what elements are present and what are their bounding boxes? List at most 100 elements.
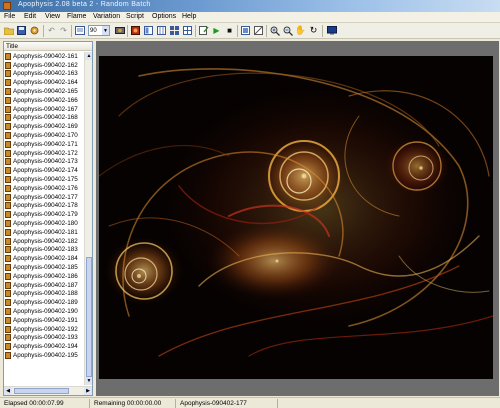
list-item[interactable]: Apophysis-090402-171 — [4, 140, 84, 149]
vertical-scrollbar[interactable]: ▲ ▼ — [84, 52, 92, 385]
list-item[interactable]: Apophysis-090402-166 — [4, 96, 84, 105]
options-icon[interactable] — [182, 25, 193, 36]
scroll-down-icon[interactable]: ▼ — [85, 377, 92, 385]
flame-file-icon — [5, 202, 11, 210]
menu-script[interactable]: Script — [126, 13, 144, 20]
list-item[interactable]: Apophysis-090402-187 — [4, 281, 84, 290]
list-item[interactable]: Apophysis-090402-169 — [4, 122, 84, 131]
menu-view[interactable]: View — [45, 13, 60, 20]
flame-file-icon — [5, 70, 11, 78]
list-item-label: Apophysis-090402-184 — [13, 255, 78, 263]
list-item-label: Apophysis-090402-167 — [13, 105, 78, 113]
list-item[interactable]: Apophysis-090402-164 — [4, 78, 84, 87]
list-item-label: Apophysis-090402-181 — [13, 228, 78, 236]
list-item[interactable]: Apophysis-090402-173 — [4, 158, 84, 167]
list-item[interactable]: Apophysis-090402-167 — [4, 105, 84, 114]
list-item[interactable]: Apophysis-090402-162 — [4, 61, 84, 70]
rotate-icon[interactable]: ↻ — [308, 25, 319, 36]
list-item[interactable]: Apophysis-090402-195 — [4, 351, 84, 360]
list-item-label: Apophysis-090402-189 — [13, 299, 78, 307]
flame-file-icon — [5, 88, 11, 96]
list-item[interactable]: Apophysis-090402-190 — [4, 307, 84, 316]
flame-file-icon — [5, 343, 11, 351]
play-icon[interactable]: ▶ — [211, 25, 222, 36]
list-item[interactable]: Apophysis-090402-163 — [4, 70, 84, 79]
list-item[interactable]: Apophysis-090402-165 — [4, 87, 84, 96]
list-item[interactable]: Apophysis-090402-182 — [4, 237, 84, 246]
menu-edit[interactable]: Edit — [24, 13, 36, 20]
gradient-icon[interactable] — [156, 25, 167, 36]
batch-icon[interactable] — [74, 25, 85, 36]
list-column-header[interactable]: Title — [4, 42, 92, 51]
list-item[interactable]: Apophysis-090402-188 — [4, 290, 84, 299]
scroll-up-icon[interactable]: ▲ — [85, 52, 92, 60]
list-item[interactable]: Apophysis-090402-185 — [4, 263, 84, 272]
menu-variation[interactable]: Variation — [93, 13, 120, 20]
list-item[interactable]: Apophysis-090402-168 — [4, 114, 84, 123]
list-item-label: Apophysis-090402-180 — [13, 220, 78, 228]
list-item-label: Apophysis-090402-173 — [13, 158, 78, 166]
editor-icon[interactable] — [130, 25, 141, 36]
list-item-label: Apophysis-090402-188 — [13, 290, 78, 298]
list-item-label: Apophysis-090402-161 — [13, 52, 78, 60]
transparency-icon[interactable] — [253, 25, 264, 36]
flame-list: Apophysis-090402-161 Apophysis-090402-162… — [4, 52, 84, 385]
undo-icon[interactable]: ↶ — [46, 25, 57, 36]
list-item-label: Apophysis-090402-193 — [13, 334, 78, 342]
pan-hand-icon[interactable]: ✋ — [295, 25, 306, 36]
list-item[interactable]: Apophysis-090402-161 — [4, 52, 84, 61]
adjust-icon[interactable] — [143, 25, 154, 36]
render-icon[interactable] — [114, 25, 125, 36]
menu-bar: File Edit View Flame Variation Script Op… — [0, 12, 500, 23]
open-icon[interactable] — [3, 25, 14, 36]
quality-select[interactable]: 90 ▼ — [88, 25, 110, 36]
menu-flame[interactable]: Flame — [67, 13, 86, 20]
scrollbar-thumb[interactable] — [86, 257, 92, 377]
redo-icon[interactable]: ↷ — [58, 25, 69, 36]
list-item[interactable]: Apophysis-090402-193 — [4, 334, 84, 343]
list-item-label: Apophysis-090402-176 — [13, 184, 78, 192]
stop-icon[interactable]: ■ — [224, 25, 235, 36]
list-item[interactable]: Apophysis-090402-189 — [4, 298, 84, 307]
list-item-label: Apophysis-090402-165 — [13, 88, 78, 96]
monitor-icon[interactable] — [326, 25, 337, 36]
toolbar-separator — [322, 25, 323, 37]
list-item[interactable]: Apophysis-090402-181 — [4, 228, 84, 237]
list-item[interactable]: Apophysis-090402-172 — [4, 149, 84, 158]
fullscreen-icon[interactable] — [240, 25, 251, 36]
list-item[interactable]: Apophysis-090402-177 — [4, 193, 84, 202]
list-item-label: Apophysis-090402-186 — [13, 272, 78, 280]
list-item[interactable]: Apophysis-090402-194 — [4, 342, 84, 351]
menu-options[interactable]: Options — [152, 13, 176, 20]
list-item[interactable]: Apophysis-090402-180 — [4, 219, 84, 228]
mutate-icon[interactable] — [169, 25, 180, 36]
fractal-flame-render[interactable] — [99, 56, 493, 379]
list-item[interactable]: Apophysis-090402-170 — [4, 131, 84, 140]
list-item[interactable]: Apophysis-090402-191 — [4, 316, 84, 325]
list-item[interactable]: Apophysis-090402-175 — [4, 175, 84, 184]
list-item[interactable]: Apophysis-090402-178 — [4, 202, 84, 211]
scrollbar-thumb[interactable] — [14, 388, 69, 394]
list-item[interactable]: Apophysis-090402-184 — [4, 254, 84, 263]
flame-file-icon — [5, 96, 11, 104]
scroll-right-icon[interactable]: ▶ — [84, 387, 92, 395]
list-item[interactable]: Apophysis-090402-174 — [4, 166, 84, 175]
list-item[interactable]: Apophysis-090402-183 — [4, 246, 84, 255]
settings-icon[interactable] — [29, 25, 40, 36]
horizontal-scrollbar[interactable]: ◀ ▶ — [4, 386, 92, 395]
list-item[interactable]: Apophysis-090402-179 — [4, 210, 84, 219]
list-item[interactable]: Apophysis-090402-186 — [4, 272, 84, 281]
menu-file[interactable]: File — [4, 13, 15, 20]
list-item[interactable]: Apophysis-090402-176 — [4, 184, 84, 193]
scroll-left-icon[interactable]: ◀ — [4, 387, 12, 395]
flame-file-icon — [5, 246, 11, 254]
save-icon[interactable] — [16, 25, 27, 36]
menu-help[interactable]: Help — [182, 13, 196, 20]
elapsed-time: Elapsed 00:00:07.99 — [2, 399, 90, 408]
zoom-out-icon[interactable] — [282, 25, 293, 36]
title-bar[interactable]: Apophysis 2.08 beta 2 - Random Batch — [0, 0, 500, 12]
script-run-icon[interactable] — [198, 25, 209, 36]
list-item[interactable]: Apophysis-090402-192 — [4, 325, 84, 334]
preview-viewport[interactable] — [96, 41, 499, 396]
zoom-in-icon[interactable] — [269, 25, 280, 36]
